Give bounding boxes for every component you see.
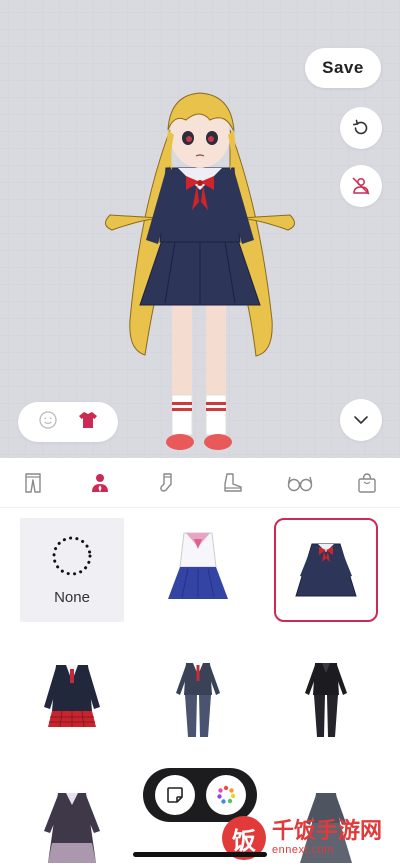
tab-pants[interactable] <box>13 463 53 503</box>
item-navy-sailor-dress[interactable] <box>274 518 378 622</box>
avatar-preview[interactable]: Save <box>0 0 400 458</box>
hide-clothing-button[interactable] <box>340 165 382 207</box>
mode-toggle[interactable] <box>18 402 118 442</box>
item-thumbnail <box>295 543 357 597</box>
tab-socks[interactable] <box>147 463 187 503</box>
face-icon[interactable] <box>38 410 58 435</box>
outfit-icon <box>91 473 108 492</box>
shirt-icon[interactable] <box>77 409 99 436</box>
boots-icon <box>224 472 242 492</box>
reset-icon <box>353 119 368 135</box>
item-thumbnail <box>176 663 220 737</box>
none-icon <box>52 536 92 575</box>
save-button[interactable]: Save <box>305 48 381 88</box>
item-sailor-top-blue-skirt[interactable] <box>146 518 250 622</box>
palette-icon <box>216 785 235 804</box>
chevron-down-icon <box>354 416 368 424</box>
hide-clothing-icon <box>352 177 370 195</box>
item-none-label: None <box>54 588 90 606</box>
palette-button[interactable] <box>205 775 246 815</box>
item-none[interactable]: None <box>20 518 124 622</box>
pants-icon <box>25 472 42 493</box>
watermark-name: 千饭手游网 <box>272 819 383 845</box>
item-blazer-red-plaid-skirt[interactable] <box>20 648 124 752</box>
avatar-character[interactable] <box>100 90 300 458</box>
glasses-icon <box>287 476 313 491</box>
tab-accessories[interactable] <box>280 463 320 503</box>
reset-button[interactable] <box>340 107 382 149</box>
sticker-icon <box>166 787 183 803</box>
watermark-url: ennext.com <box>272 843 334 856</box>
tab-outfit[interactable] <box>80 463 120 503</box>
sock-icon <box>159 472 172 492</box>
collapse-button[interactable] <box>340 399 382 441</box>
bag-icon <box>357 472 376 493</box>
tab-shoes[interactable] <box>213 463 253 503</box>
item-thumbnail <box>305 663 347 737</box>
item-thumbnail <box>168 532 228 599</box>
item-black-suit[interactable] <box>274 648 378 752</box>
watermark: 饭 千饭手游网 ennext.com <box>222 810 400 866</box>
tab-bags[interactable] <box>347 463 387 503</box>
item-gray-suit-red-tie[interactable] <box>146 648 250 752</box>
item-thumbnail <box>44 793 100 863</box>
home-indicator <box>133 852 267 857</box>
sticker-button[interactable] <box>154 775 195 815</box>
item-dark-coat-lace[interactable] <box>20 776 124 866</box>
category-tab-bar <box>0 458 400 508</box>
item-thumbnail <box>44 665 100 728</box>
